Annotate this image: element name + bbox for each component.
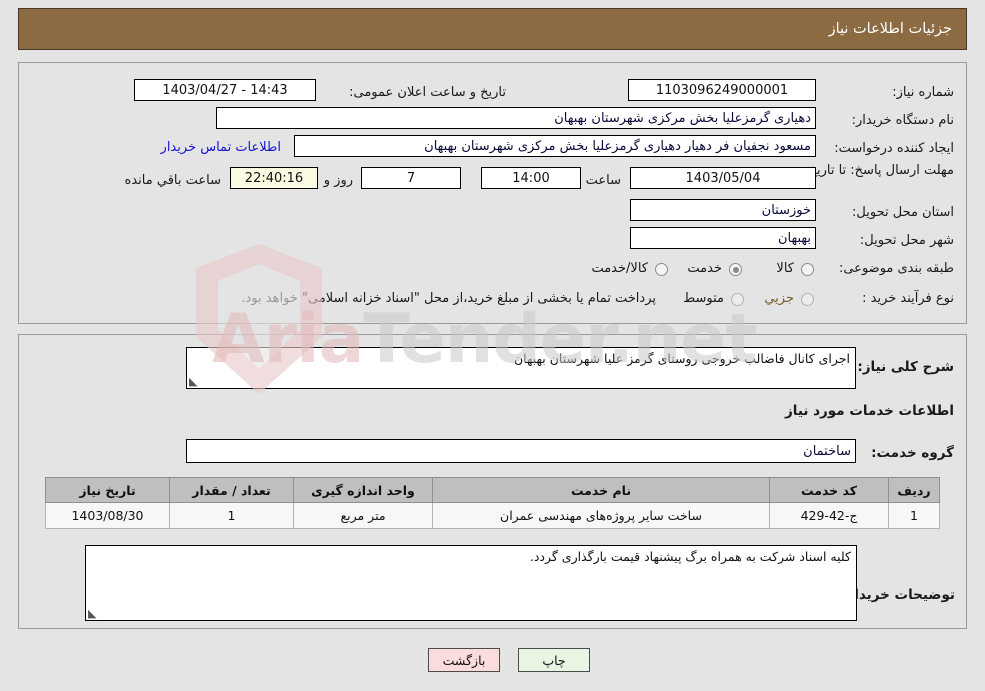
col-name: نام خدمت (432, 477, 770, 503)
label-category-goods: کالا (776, 261, 794, 276)
col-date: تاریخ نیاز (45, 477, 170, 503)
buyer-notes-text: کلیه اسناد شرکت به همراه برگ پیشنهاد قیم… (529, 549, 851, 564)
cell-need-date: 1403/08/30 (45, 502, 170, 529)
radio-process-minor[interactable] (801, 293, 814, 306)
process-note: پرداخت تمام یا بخشی از مبلغ خرید،از محل … (241, 291, 656, 306)
resize-grip-icon-notes[interactable]: ◢ (88, 607, 96, 620)
label-province: استان محل تحویل: (852, 205, 954, 220)
field-city[interactable]: بهبهان (630, 227, 816, 249)
col-unit: واحد اندازه گیری (293, 477, 433, 503)
table-header-row: ردیف کد خدمت نام خدمت واحد اندازه گیری ت… (45, 477, 940, 503)
radio-category-service[interactable] (729, 263, 742, 276)
cell-code: ج-42-429 (769, 502, 889, 529)
field-remaining-days: 7 (361, 167, 461, 189)
col-code: کد خدمت (769, 477, 889, 503)
field-deadline-time[interactable]: 14:00 (481, 167, 581, 189)
radio-process-medium[interactable] (731, 293, 744, 306)
radio-category-goods[interactable] (801, 263, 814, 276)
label-buyer-notes: توضیحات خریدار: (841, 587, 955, 603)
field-announce-datetime[interactable]: 1403/04/27 - 14:43 (134, 79, 316, 101)
label-need-number: شماره نیاز: (892, 85, 954, 100)
field-remaining-time: 22:40:16 (230, 167, 318, 189)
label-remaining-suffix: ساعت باقي مانده (124, 173, 221, 188)
cell-unit: متر مربع (293, 502, 433, 529)
col-quantity: تعداد / مقدار (169, 477, 294, 503)
description-text: اجرای کانال فاضالب خروجی روستای گرمز علی… (513, 351, 850, 366)
label-deadline-time: ساعت (585, 173, 621, 188)
label-remaining-days: روز و (323, 173, 353, 188)
label-process-minor: جزیي (764, 291, 794, 306)
label-category-goods-service: کالا/خدمت (591, 261, 648, 276)
table-row: 1 ج-42-429 ساخت سایر پروژه‌های مهندسی عم… (45, 502, 940, 529)
label-description: شرح کلی نیاز: (857, 359, 954, 375)
field-requester[interactable]: مسعود نجفیان فر دهیار دهیاری گرمزعلیا بخ… (294, 135, 816, 157)
col-index: ردیف (888, 477, 940, 503)
print-button[interactable]: چاپ (518, 648, 590, 672)
page-title: جزئیات اطلاعات نیاز (828, 21, 952, 37)
cell-index: 1 (888, 502, 940, 529)
resize-grip-icon[interactable]: ◢ (189, 375, 197, 388)
label-process-medium: متوسط (683, 291, 724, 306)
field-province[interactable]: خوزستان (630, 199, 816, 221)
field-need-number[interactable]: 1103096249000001 (628, 79, 816, 101)
label-process-type: نوع فرآیند خرید : (862, 291, 954, 306)
label-requester: ایجاد کننده درخواست: (834, 141, 954, 156)
services-table: ردیف کد خدمت نام خدمت واحد اندازه گیری ت… (45, 477, 940, 529)
label-city: شهر محل تحویل: (859, 233, 954, 248)
label-category-service: خدمت (687, 261, 722, 276)
services-section-title: اطلاعات خدمات مورد نیاز (784, 403, 954, 419)
label-announce-datetime: تاریخ و ساعت اعلان عمومی: (349, 85, 506, 100)
label-deadline: مهلت ارسال پاسخ: تا تاریخ: (804, 163, 954, 178)
page-root: جزئیات اطلاعات نیاز AriaTender.net شماره… (0, 0, 985, 691)
cell-quantity: 1 (169, 502, 294, 529)
buyer-contact-link[interactable]: اطلاعات تماس خریدار (161, 140, 281, 155)
field-buyer-notes[interactable]: کلیه اسناد شرکت به همراه برگ پیشنهاد قیم… (85, 545, 857, 621)
need-info-panel: شماره نیاز: 1103096249000001 تاریخ و ساع… (18, 62, 967, 324)
field-service-group[interactable]: ساختمان (186, 439, 856, 463)
page-header: جزئیات اطلاعات نیاز (18, 8, 967, 50)
field-deadline-date[interactable]: 1403/05/04 (630, 167, 816, 189)
field-buyer-org[interactable]: دهیاری گرمزعلیا بخش مرکزی شهرستان بهبهان (216, 107, 816, 129)
radio-category-goods-service[interactable] (655, 263, 668, 276)
cell-name: ساخت سایر پروژه‌های مهندسی عمران (432, 502, 770, 529)
label-service-group: گروه خدمت: (871, 445, 954, 461)
label-buyer-org: نام دستگاه خریدار: (851, 113, 954, 128)
label-category: طبقه بندی موضوعی: (838, 261, 954, 276)
field-description[interactable]: اجرای کانال فاضالب خروجی روستای گرمز علی… (186, 347, 856, 389)
back-button[interactable]: بازگشت (428, 648, 500, 672)
